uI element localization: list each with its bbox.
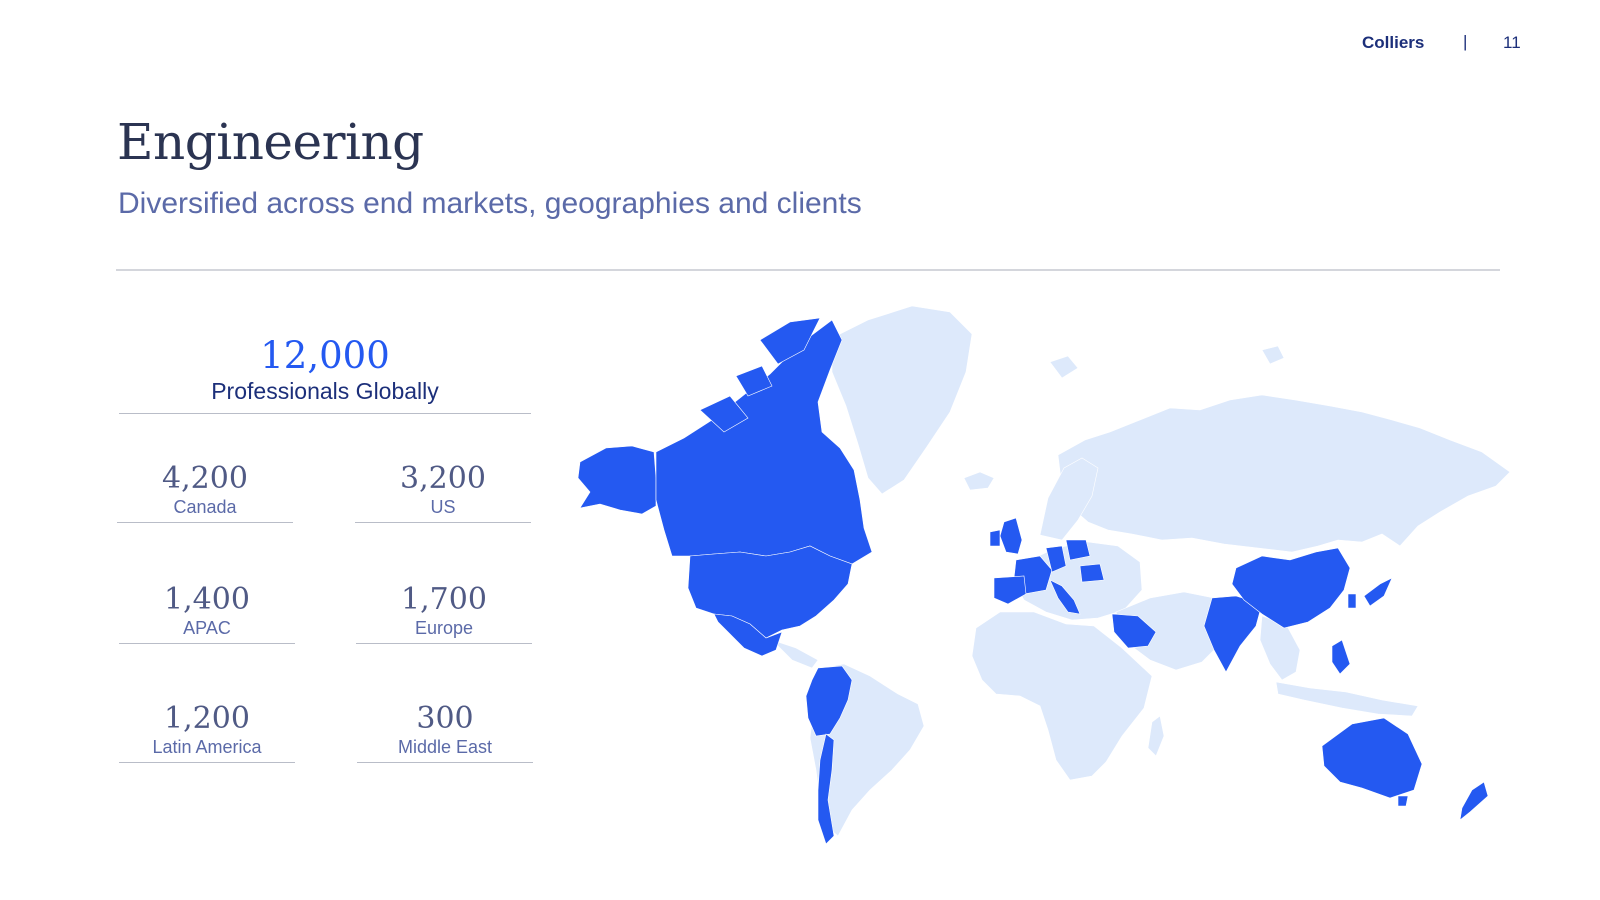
alaska [577,445,657,515]
madagascar [1147,715,1165,757]
world-map [577,305,1511,845]
romania [1079,563,1105,583]
united-kingdom [999,517,1023,555]
spain-portugal [993,575,1027,605]
map-highlighted-countries [577,317,1489,845]
russia-northern-asia [1057,394,1511,553]
greenland [831,305,973,495]
united-states [687,545,853,639]
japan [1363,577,1393,607]
philippines [1331,639,1351,675]
poland [1065,539,1091,561]
south-korea [1347,593,1357,609]
iceland [963,471,995,491]
caribbean-central-america [771,639,819,669]
australia [1321,717,1423,799]
scandinavia [1039,457,1099,541]
ireland [989,529,1001,547]
tasmania [1397,795,1409,807]
indonesia [1275,681,1419,717]
svalbard-islands [1049,345,1285,379]
new-zealand [1459,781,1489,821]
